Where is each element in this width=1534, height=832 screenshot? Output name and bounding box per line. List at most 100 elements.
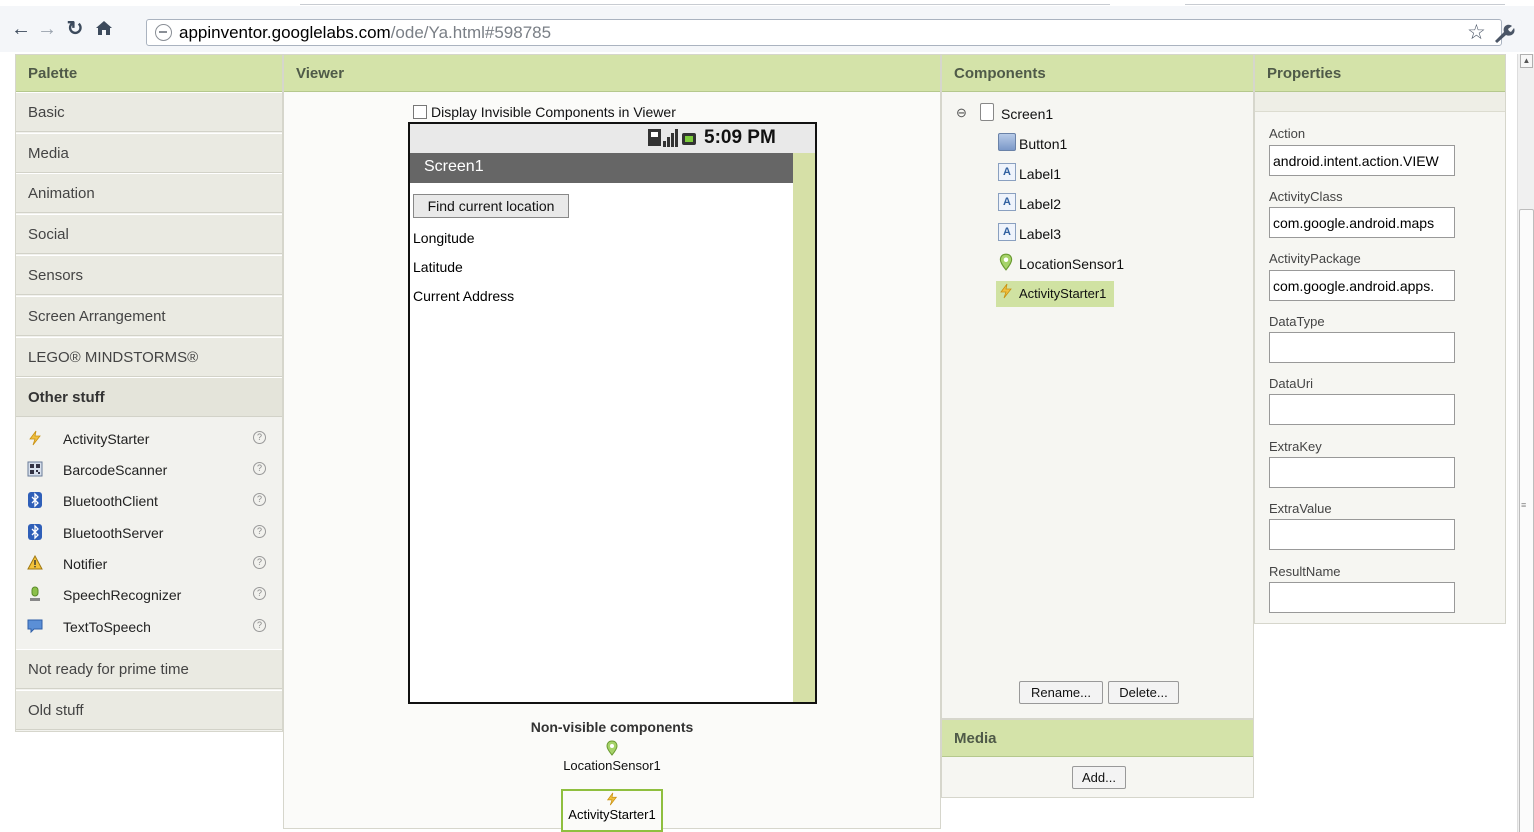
delete-button[interactable]: Delete...	[1108, 681, 1179, 704]
home-icon[interactable]	[93, 18, 115, 40]
prop-input-datauri[interactable]	[1269, 394, 1455, 425]
prop-input-resultname[interactable]	[1269, 582, 1455, 613]
help-icon[interactable]: ?	[253, 462, 266, 475]
tree-node-label: LocationSensor1	[1019, 256, 1125, 272]
palette-item-notifier[interactable]: Notifier ?	[16, 548, 282, 579]
help-icon[interactable]: ?	[253, 493, 266, 506]
forward-arrow-icon[interactable]: →	[36, 18, 58, 40]
palette-panel: Palette Basic Media Animation Social Sen…	[15, 54, 283, 732]
tree-node-label3[interactable]: A Label3	[998, 221, 1118, 245]
palette-item-bluetoothserver[interactable]: BluetoothServer ?	[16, 517, 282, 548]
label-icon: A	[998, 223, 1016, 241]
find-location-button[interactable]: Find current location	[413, 194, 569, 218]
help-icon[interactable]: ?	[253, 587, 266, 600]
address-label[interactable]: Current Address	[413, 288, 514, 304]
phone-scroll-strip	[793, 153, 815, 702]
palette-title: Palette	[16, 55, 282, 92]
help-icon[interactable]: ?	[253, 431, 266, 444]
screen-icon	[980, 103, 994, 121]
url-path: /ode/Ya.html#598785	[390, 23, 552, 42]
bluetooth-icon	[27, 524, 43, 540]
scrollbar-thumb[interactable]	[1519, 209, 1534, 832]
signal-battery-icon	[648, 128, 698, 149]
palette-category-basic[interactable]: Basic	[16, 92, 282, 132]
nonvisible-location-sensor[interactable]: LocationSensor1	[284, 740, 940, 773]
palette-item-barcodescanner[interactable]: BarcodeScanner ?	[16, 454, 282, 485]
prop-input-extrakey[interactable]	[1269, 457, 1455, 488]
palette-category-sensors[interactable]: Sensors	[16, 255, 282, 295]
media-title: Media	[942, 720, 1253, 757]
bookmark-star-icon[interactable]: ☆	[1467, 20, 1486, 45]
nonvisible-activity-starter[interactable]: ActivityStarter1	[561, 789, 663, 832]
add-media-button[interactable]: Add...	[1072, 766, 1126, 789]
palette-category-old-stuff[interactable]: Old stuff	[16, 690, 282, 730]
button-icon	[998, 133, 1016, 151]
page-info-icon[interactable]	[155, 24, 172, 41]
collapse-toggle-icon[interactable]: ⊖	[956, 105, 967, 121]
speech-recognizer-icon	[27, 586, 43, 602]
palette-item-activitystarter[interactable]: ActivityStarter ?	[16, 423, 282, 454]
components-panel: Components ⊖ Screen1 Button1 A Label1 A …	[941, 54, 1254, 719]
prop-input-activityclass[interactable]	[1269, 207, 1455, 238]
activity-starter-icon	[998, 283, 1016, 301]
palette-item-label: BarcodeScanner	[63, 462, 168, 478]
palette-category-social[interactable]: Social	[16, 214, 282, 254]
prop-label-action: Action	[1269, 126, 1306, 141]
palette-item-bluetoothclient[interactable]: BluetoothClient ?	[16, 485, 282, 516]
palette-category-other-stuff[interactable]: Other stuff	[16, 377, 282, 417]
prop-input-extravalue[interactable]	[1269, 519, 1455, 550]
prop-label-datauri: DataUri	[1269, 376, 1314, 391]
scroll-up-arrow-icon[interactable]: ▲	[1520, 54, 1533, 68]
reload-icon[interactable]: ↻	[64, 18, 86, 40]
palette-category-screen-arrangement[interactable]: Screen Arrangement	[16, 296, 282, 336]
prop-input-action[interactable]	[1269, 145, 1455, 176]
tree-node-screen1[interactable]: Screen1	[980, 101, 1120, 125]
palette-category-animation[interactable]: Animation	[16, 173, 282, 213]
help-icon[interactable]: ?	[253, 619, 266, 632]
viewer-title: Viewer	[284, 55, 940, 92]
palette-item-speechrecognizer[interactable]: SpeechRecognizer ?	[16, 579, 282, 610]
scrollbar-grip-icon: ≡	[1521, 500, 1527, 510]
tree-node-button1[interactable]: Button1	[998, 131, 1118, 155]
back-arrow-icon[interactable]: ←	[10, 18, 32, 40]
palette-item-label: BluetoothClient	[63, 493, 158, 509]
palette-category-lego[interactable]: LEGO® MINDSTORMS®	[16, 337, 282, 377]
latitude-label[interactable]: Latitude	[413, 259, 463, 275]
rename-button[interactable]: Rename...	[1019, 681, 1103, 704]
palette-item-texttospeech[interactable]: TextToSpeech ?	[16, 611, 282, 642]
help-icon[interactable]: ?	[253, 525, 266, 538]
display-invisible-checkbox[interactable]	[413, 105, 427, 119]
prop-label-activitypackage: ActivityPackage	[1269, 251, 1361, 266]
phone-screen-title: Screen1	[410, 153, 793, 183]
tree-node-label1[interactable]: A Label1	[998, 161, 1118, 185]
prop-label-resultname: ResultName	[1269, 564, 1341, 579]
prop-input-datatype[interactable]	[1269, 332, 1455, 363]
prop-input-activitypackage[interactable]	[1269, 270, 1455, 301]
prop-label-extravalue: ExtraValue	[1269, 501, 1332, 516]
address-bar[interactable]: appinventor.googlelabs.com/ode/Ya.html#5…	[146, 19, 1502, 46]
viewer-canvas: Display Invisible Components in Viewer 5…	[284, 92, 940, 832]
tree-node-activitystarter1[interactable]: ActivityStarter1	[996, 281, 1114, 307]
palette-category-not-ready[interactable]: Not ready for prime time	[16, 649, 282, 689]
palette-item-label: TextToSpeech	[63, 619, 151, 635]
nonvisible-item-label: LocationSensor1	[563, 758, 661, 773]
tree-node-label2[interactable]: A Label2	[998, 191, 1118, 215]
longitude-label[interactable]: Longitude	[413, 230, 475, 246]
notifier-icon	[27, 554, 43, 571]
wrench-menu-icon[interactable]	[1492, 22, 1520, 44]
viewer-panel: Viewer Display Invisible Components in V…	[283, 54, 941, 832]
tree-node-label: Label1	[1019, 166, 1062, 182]
tree-node-locationsensor1[interactable]: LocationSensor1	[998, 251, 1148, 275]
palette-item-label: SpeechRecognizer	[63, 587, 182, 603]
palette-item-label: BluetoothServer	[63, 525, 164, 541]
prop-label-extrakey: ExtraKey	[1269, 439, 1322, 454]
properties-title: Properties	[1255, 55, 1505, 92]
help-icon[interactable]: ?	[253, 556, 266, 569]
palette-category-media[interactable]: Media	[16, 133, 282, 173]
display-invisible-toggle[interactable]: Display Invisible Components in Viewer	[413, 104, 676, 120]
tree-node-label: Screen1	[1001, 106, 1054, 122]
page-scrollbar[interactable]: ▲ ≡	[1517, 54, 1534, 832]
tree-node-label: ActivityStarter1	[1019, 286, 1107, 301]
properties-subheader	[1255, 92, 1505, 112]
phone-clock: 5:09 PM	[704, 127, 776, 148]
